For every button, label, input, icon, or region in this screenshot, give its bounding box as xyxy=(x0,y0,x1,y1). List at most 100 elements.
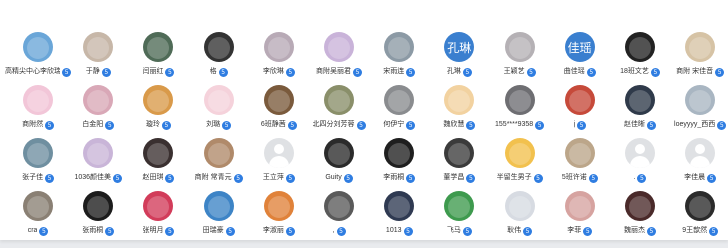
scenery-photo-avatar[interactable] xyxy=(384,191,415,221)
member-label: 璇玲 5 xyxy=(125,120,191,130)
member-item[interactable]: 赵佳晰 5 xyxy=(610,85,670,138)
person-photo-avatar[interactable] xyxy=(23,138,53,168)
member-item[interactable]: 佳瑶 曲佳瑶 5 xyxy=(550,32,610,85)
cartoon-avatar[interactable] xyxy=(444,85,475,115)
person-photo-avatar[interactable] xyxy=(685,32,716,62)
cat-photo-avatar[interactable] xyxy=(203,32,234,62)
text-avatar[interactable]: 孔琳 xyxy=(444,32,475,62)
cartoon-avatar[interactable] xyxy=(83,138,114,168)
member-item[interactable]: 飞马 5 xyxy=(429,191,489,244)
flower-photo-avatar[interactable] xyxy=(263,191,294,221)
member-item[interactable]: 白金阳 5 xyxy=(68,85,128,138)
member-item[interactable]: 北四分刘芳蓉 5 xyxy=(309,85,369,138)
member-item[interactable]: 张明月 5 xyxy=(128,191,188,244)
person-photo-avatar[interactable] xyxy=(624,191,655,221)
balloon-photo-avatar[interactable] xyxy=(23,32,53,62)
member-item[interactable]: j5 xyxy=(550,85,610,138)
member-item[interactable]: 格5 xyxy=(189,32,249,85)
member-item[interactable]: 李雨桐 5 xyxy=(369,138,429,191)
person-photo-avatar[interactable] xyxy=(384,138,415,168)
member-label: 5班许诺 5 xyxy=(547,173,613,183)
person-photo-avatar[interactable] xyxy=(504,85,535,115)
member-item[interactable]: 6班静茜 5 xyxy=(249,85,309,138)
member-item[interactable]: 李佳晨 5 xyxy=(670,138,728,191)
member-item[interactable]: 孔琳 孔琳 5 xyxy=(429,32,489,85)
member-item[interactable]: cra 5 xyxy=(8,191,68,244)
default-user-avatar[interactable] xyxy=(263,138,294,168)
member-item[interactable]: 魏丽杰 5 xyxy=(610,191,670,244)
person-photo-avatar[interactable] xyxy=(384,32,415,62)
member-item[interactable]: 王立萍 5 xyxy=(249,138,309,191)
scenery-photo-avatar[interactable] xyxy=(143,85,174,115)
member-item[interactable]: 璇玲 5 xyxy=(128,85,188,138)
person-photo-avatar[interactable] xyxy=(564,191,595,221)
cartoon-avatar[interactable] xyxy=(323,32,354,62)
person-photo-avatar[interactable] xyxy=(263,85,294,115)
member-item[interactable]: 1036颜佳美 5 xyxy=(68,138,128,191)
person-photo-avatar[interactable] xyxy=(384,85,415,115)
person-photo-avatar[interactable] xyxy=(143,138,174,168)
member-item[interactable]: 闫丽红 5 xyxy=(128,32,188,85)
member-item[interactable]: 18班文艺 5 xyxy=(610,32,670,85)
emoji-avatar[interactable] xyxy=(504,138,535,168)
member-item[interactable]: Guity 5 xyxy=(309,138,369,191)
member-item[interactable]: ,5 xyxy=(309,191,369,244)
member-item[interactable]: 宋雨连 5 xyxy=(369,32,429,85)
member-item[interactable]: 5班许诺 5 xyxy=(550,138,610,191)
person-photo-avatar[interactable] xyxy=(564,85,595,115)
default-user-avatar[interactable] xyxy=(624,138,655,168)
person-photo-avatar[interactable] xyxy=(23,191,53,221)
person-photo-avatar[interactable] xyxy=(323,138,354,168)
person-photo-avatar[interactable] xyxy=(444,138,475,168)
cartoon-avatar[interactable] xyxy=(444,191,475,221)
member-item[interactable]: 半留生男子 5 xyxy=(490,138,550,191)
cartoon-avatar[interactable] xyxy=(504,191,535,221)
person-photo-avatar[interactable] xyxy=(685,191,716,221)
member-item[interactable]: 于静 5 xyxy=(68,32,128,85)
person-photo-avatar[interactable] xyxy=(323,191,354,221)
person-photo-avatar[interactable] xyxy=(203,138,234,168)
member-item[interactable]: 商附吴丽君 5 xyxy=(309,32,369,85)
member-item[interactable]: 李菲 5 xyxy=(550,191,610,244)
member-item[interactable]: 李欣琳 5 xyxy=(249,32,309,85)
member-item[interactable]: 魏欣慧 5 xyxy=(429,85,489,138)
person-photo-avatar[interactable] xyxy=(83,191,114,221)
text-avatar[interactable]: 佳瑶 xyxy=(564,32,595,62)
member-item[interactable]: 董学昌 5 xyxy=(429,138,489,191)
person-photo-avatar[interactable] xyxy=(504,32,535,62)
cartoon-avatar[interactable] xyxy=(23,85,53,115)
member-item[interactable]: 商附 常青元 5 xyxy=(189,138,249,191)
member-item[interactable]: .5 xyxy=(610,138,670,191)
member-item[interactable]: 张子佳 5 xyxy=(8,138,68,191)
member-item[interactable]: 9王歆然 5 xyxy=(670,191,728,244)
default-user-avatar[interactable] xyxy=(685,138,716,168)
member-item[interactable]: 商附然 5 xyxy=(8,85,68,138)
person-photo-avatar[interactable] xyxy=(83,32,114,62)
member-item[interactable]: 田瑞豪 5 xyxy=(189,191,249,244)
member-item[interactable]: 李淑丽 5 xyxy=(249,191,309,244)
person-photo-avatar[interactable] xyxy=(624,32,655,62)
member-item[interactable]: 1013 5 xyxy=(369,191,429,244)
member-item[interactable]: loeyyyy_西西 5 xyxy=(670,85,728,138)
member-item[interactable]: 赵田琪 5 xyxy=(128,138,188,191)
cat-photo-avatar[interactable] xyxy=(564,138,595,168)
member-item[interactable]: 王颖艺 5 xyxy=(490,32,550,85)
person-photo-avatar[interactable] xyxy=(83,85,114,115)
person-photo-avatar[interactable] xyxy=(143,32,174,62)
cartoon-avatar[interactable] xyxy=(203,191,234,221)
avatar-highlight xyxy=(147,90,170,112)
member-item[interactable]: 高精尖中心李欣瑞 5 xyxy=(5,32,72,85)
member-item[interactable]: 商附 宋佳音 5 xyxy=(670,32,728,85)
drawing-avatar[interactable] xyxy=(203,85,234,115)
avatar-highlight xyxy=(628,37,651,59)
person-photo-avatar[interactable] xyxy=(624,85,655,115)
person-photo-avatar[interactable] xyxy=(323,85,354,115)
member-item[interactable]: 155****9358 5 xyxy=(490,85,550,138)
member-item[interactable]: 刘璐 5 xyxy=(189,85,249,138)
person-photo-avatar[interactable] xyxy=(685,85,716,115)
cartoon-avatar[interactable] xyxy=(143,191,174,221)
member-item[interactable]: 何伊宁 5 xyxy=(369,85,429,138)
person-photo-avatar[interactable] xyxy=(263,32,294,62)
member-item[interactable]: 张雨桐 5 xyxy=(68,191,128,244)
member-item[interactable]: 耿伟 5 xyxy=(490,191,550,244)
